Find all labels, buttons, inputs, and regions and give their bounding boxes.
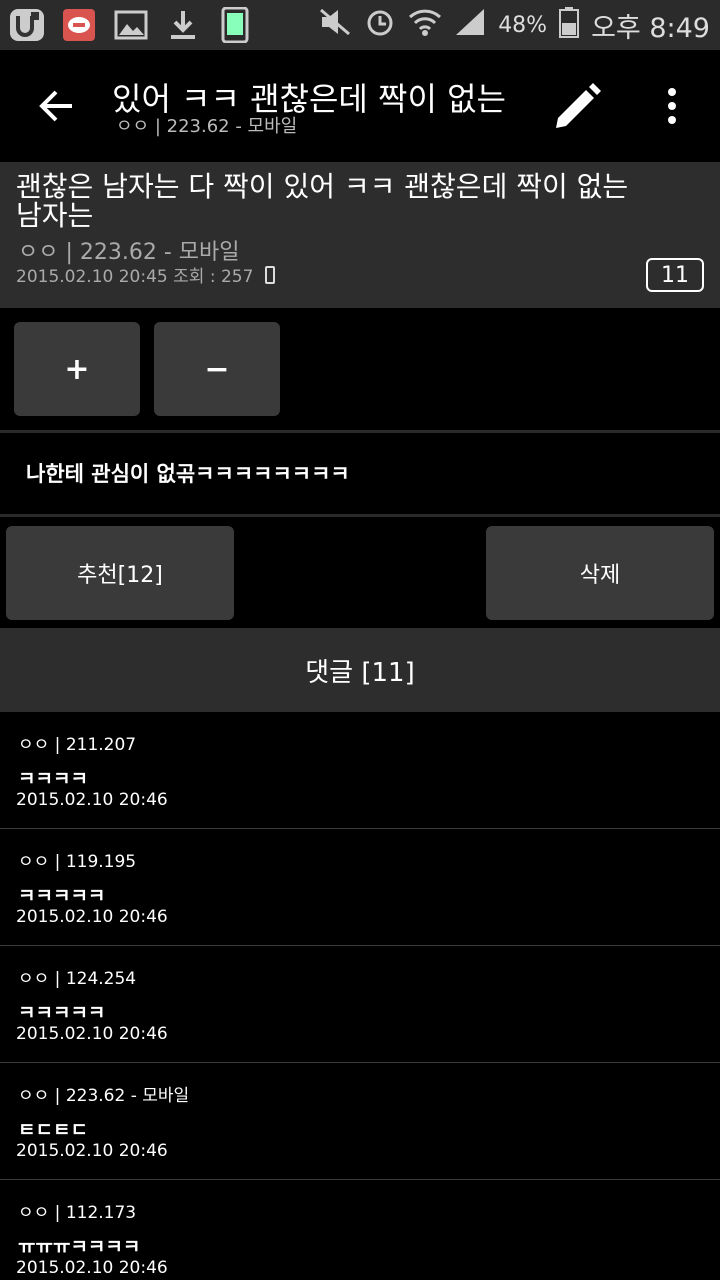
signal-icon — [454, 7, 486, 44]
comment-body: ㅌㄷㅌㄷ — [18, 1119, 88, 1141]
comment-body: ㅠㅠㅠㅋㅋㅋㅋ — [18, 1236, 141, 1258]
comment-item[interactable]: ㅇㅇ | 119.195 ㅋㅋㅋㅋㅋ 2015.02.10 20:46 — [0, 829, 720, 946]
battery-icon — [559, 6, 580, 45]
status-bar: 48% 오후 8:49 — [0, 0, 720, 50]
comment-date: 2015.02.10 20:46 — [16, 1024, 168, 1044]
mute-icon — [318, 7, 352, 44]
comments-header: 댓글 [11] — [0, 628, 720, 712]
edit-pencil-icon[interactable] — [548, 80, 604, 136]
battery-percent: 48% — [498, 12, 548, 38]
comment-author: ㅇㅇ | 124.254 — [18, 969, 137, 989]
upvote-button[interactable]: + — [14, 322, 140, 416]
post-meta: 2015.02.10 20:45 조회 : 257 — [16, 262, 276, 287]
download-icon — [164, 8, 202, 42]
mobile-phone-icon — [265, 265, 276, 284]
comment-date: 2015.02.10 20:46 — [16, 1258, 168, 1278]
clock: 오후 8:49 — [591, 12, 710, 44]
recommend-button[interactable]: 추천[12] — [6, 526, 234, 620]
app-bar: 있어 ㅋㅋ 괜찮은데 짝이 없는 ㅇㅇ | 223.62 - 모바일 — [0, 50, 720, 162]
comment-author: ㅇㅇ | 112.173 — [18, 1203, 137, 1223]
phone-screenshot-icon — [216, 7, 254, 43]
downvote-button[interactable]: − — [154, 322, 280, 416]
delete-button[interactable]: 삭제 — [486, 526, 714, 620]
comment-author: ㅇㅇ | 119.195 — [18, 852, 137, 872]
comment-item[interactable]: ㅇㅇ | 112.173 ㅠㅠㅠㅋㅋㅋㅋ 2015.02.10 20:46 — [0, 1180, 720, 1280]
wifi-icon — [408, 7, 442, 44]
comment-date: 2015.02.10 20:46 — [16, 907, 168, 927]
post-title: 괜찮은 남자는 다 짝이 있어 ㅋㅋ 괜찮은데 짝이 없는 남자는 — [16, 170, 629, 232]
comment-author: ㅇㅇ | 211.207 — [18, 735, 137, 755]
back-arrow-icon[interactable] — [30, 80, 82, 132]
comment-body: ㅋㅋㅋㅋ — [18, 768, 88, 790]
appbar-subtitle: ㅇㅇ | 223.62 - 모바일 — [116, 116, 298, 137]
comment-date: 2015.02.10 20:46 — [16, 1141, 168, 1161]
comment-author: ㅇㅇ | 223.62 - 모바일 — [18, 1086, 190, 1106]
comment-count-badge[interactable]: 11 — [646, 258, 704, 292]
u-plus-icon — [8, 8, 46, 42]
comment-date: 2015.02.10 20:46 — [16, 790, 168, 810]
more-vert-icon[interactable] — [654, 84, 690, 128]
cafe-app-icon — [60, 8, 98, 42]
divider — [0, 514, 720, 517]
comment-body: ㅋㅋㅋㅋㅋ — [18, 1002, 106, 1024]
divider — [0, 430, 720, 433]
post-date-views: 2015.02.10 20:45 조회 : 257 — [16, 267, 254, 287]
post-header: 괜찮은 남자는 다 짝이 있어 ㅋㅋ 괜찮은데 짝이 없는 남자는 ㅇㅇ | 2… — [0, 162, 720, 308]
alarm-icon — [364, 6, 396, 45]
comment-item[interactable]: ㅇㅇ | 124.254 ㅋㅋㅋㅋㅋ 2015.02.10 20:46 — [0, 946, 720, 1063]
post-content: 나한테 관심이 없곢ㅋㅋㅋㅋㅋㅋㅋㅋ — [26, 462, 350, 486]
comment-body: ㅋㅋㅋㅋㅋ — [18, 885, 106, 907]
comment-item[interactable]: ㅇㅇ | 211.207 ㅋㅋㅋㅋ 2015.02.10 20:46 — [0, 712, 720, 829]
comment-item[interactable]: ㅇㅇ | 223.62 - 모바일 ㅌㄷㅌㄷ 2015.02.10 20:46 — [0, 1063, 720, 1180]
gallery-icon — [112, 8, 150, 42]
